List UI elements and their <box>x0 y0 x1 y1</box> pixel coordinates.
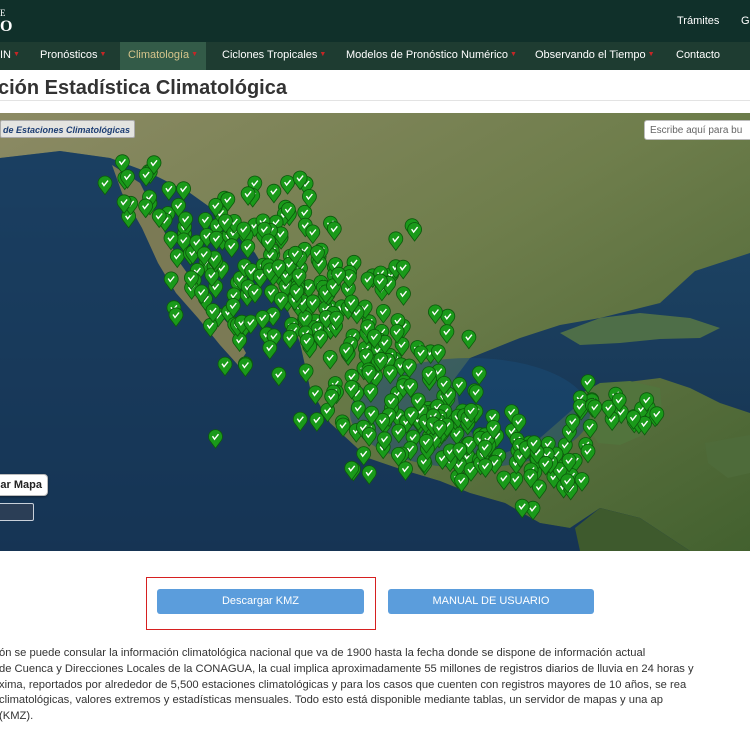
dropdown-caret-icon: ▼ <box>319 51 327 59</box>
nav-item-label: Contacto <box>676 49 721 61</box>
nav-item-observando-tiempo[interactable]: Observando el Tiempo ▼ <box>535 42 655 70</box>
nav-item-label: IN <box>0 49 11 61</box>
nav-item-label: Pronósticos <box>40 49 98 61</box>
nav-item-label: Ciclones Tropicales <box>222 49 318 61</box>
dropdown-caret-icon: ▼ <box>647 51 655 59</box>
nav-item-pronosticos[interactable]: Pronósticos ▼ <box>40 42 106 70</box>
gobierno-link[interactable]: Go <box>741 15 750 27</box>
top-header-bar: E O Trámites Go <box>0 0 750 42</box>
nav-item-label: Modelos de Pronóstico Numérico <box>346 49 509 61</box>
description-line: (KMZ). <box>0 710 34 723</box>
dropdown-caret-icon: ▼ <box>13 51 20 59</box>
map-secondary-control[interactable] <box>0 503 34 521</box>
government-logo[interactable]: E O <box>0 6 20 36</box>
description-line: xima, reportados por alrededor de 5,500 … <box>0 678 687 691</box>
tramites-link[interactable]: Trámites <box>677 15 719 27</box>
description-line: de Cuenca y Direcciones Locales de la CO… <box>0 662 694 675</box>
logo-text-line2: O <box>0 18 13 35</box>
description-paragraph: ón se puede consular la información clim… <box>0 646 750 725</box>
map-search-input[interactable] <box>644 120 750 140</box>
page-title: ción Estadística Climatológica <box>0 77 287 99</box>
title-divider <box>0 100 750 101</box>
description-line: ón se puede consular la información clim… <box>0 647 646 659</box>
nav-item-modelos-pronostico[interactable]: Modelos de Pronóstico Numérico ▼ <box>346 42 517 70</box>
description-line: climatológicas, valores extremos y estad… <box>0 694 663 707</box>
main-nav-bar: IN ▼ Pronósticos ▼ Climatología ▼ Ciclones … <box>0 42 750 70</box>
dropdown-caret-icon: ▼ <box>99 51 107 59</box>
user-manual-button[interactable]: MANUAL DE USUARIO <box>388 589 594 614</box>
nav-item-contacto[interactable]: Contacto <box>676 42 720 70</box>
download-kmz-button[interactable]: Descargar KMZ <box>157 589 364 614</box>
dropdown-caret-icon: ▼ <box>510 51 517 59</box>
map-layer-label: de Estaciones Climatológicas <box>0 120 136 138</box>
nav-item-label: Observando el Tiempo <box>535 49 646 61</box>
dropdown-caret-icon: ▼ <box>191 51 199 59</box>
nav-item-ciclones-tropicales[interactable]: Ciclones Tropicales ▼ <box>222 42 326 70</box>
climate-stations-map[interactable] <box>0 113 750 551</box>
map-control-button[interactable]: ar Mapa <box>0 474 48 496</box>
nav-item-climatologia[interactable]: Climatología ▼ <box>120 42 207 70</box>
nav-item-label: Climatología <box>128 49 190 61</box>
nav-item-in[interactable]: IN ▼ <box>0 42 20 70</box>
satellite-map-image <box>0 113 750 551</box>
